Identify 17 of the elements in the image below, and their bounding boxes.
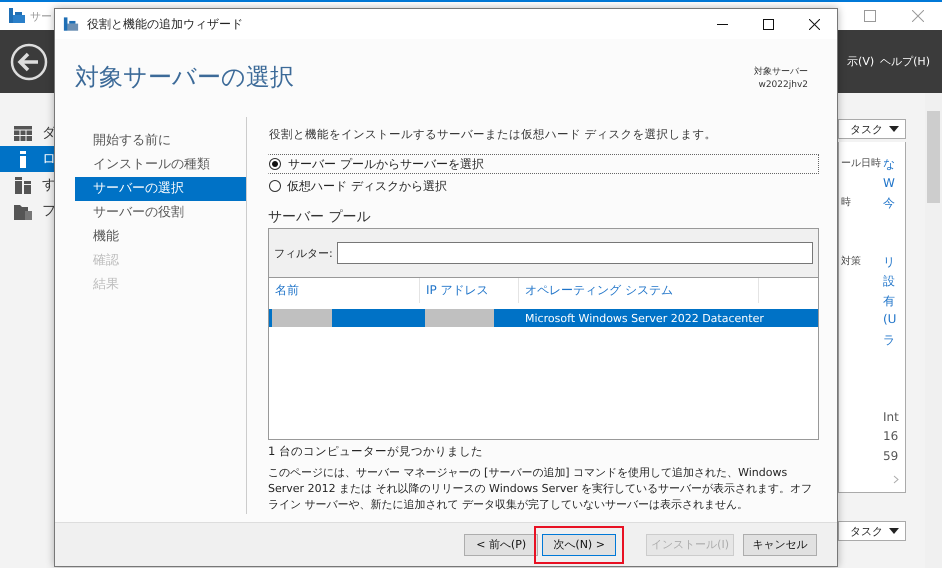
- description-text: このページには、サーバー マネージャーの [サーバーの追加] コマンドを使用して追加された、Windows Server 2012 または それ以降のリリースの Windows Server を実行しているサーバーが表示されます。オフライン サーバーや、新たに追加されて データ収集が完了していないサーバーは表示されません。: [268, 465, 814, 513]
- property-value: 16: [883, 429, 898, 445]
- property-value: Int: [883, 410, 899, 426]
- filter-label: フィルター:: [274, 246, 333, 260]
- property-label: 対策: [840, 254, 862, 268]
- page-heading: 対象サーバーの選択: [75, 62, 294, 93]
- table-cell-text: Microsoft Windows Server 2022 Datacenter: [524, 310, 765, 326]
- property-label: 時: [840, 196, 852, 210]
- result-count: 1 台のコンピューターが見つかりました: [268, 444, 484, 459]
- window-title: サー: [30, 8, 52, 24]
- target-server-name: w2022jhv2: [758, 79, 808, 92]
- property-value: 59: [883, 448, 898, 464]
- target-server-label: 対象サーバー: [754, 66, 808, 79]
- instruction-text: 役割と機能をインストールするサーバーまたは仮想ハード ディスクを選択します。: [269, 127, 718, 142]
- property-label: ール日時: [840, 156, 882, 171]
- dialog-title: 役割と機能の追加ウィザード: [87, 16, 243, 32]
- section-heading: サーバー プール: [268, 208, 372, 226]
